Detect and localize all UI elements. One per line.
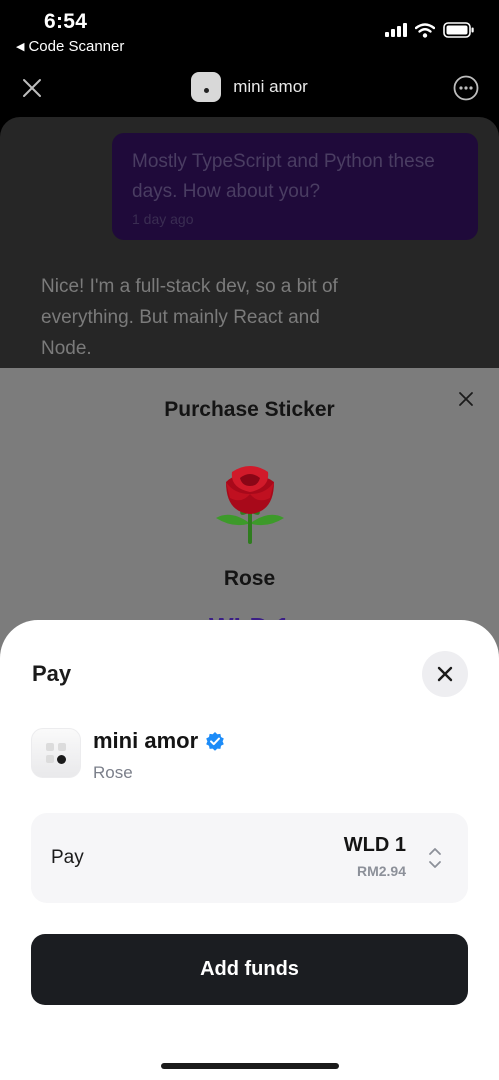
merchant-app-icon [31,728,81,778]
rose-sticker-icon [216,466,284,544]
pay-amount-label: Pay [51,847,84,868]
add-funds-button[interactable]: Add funds [31,934,468,1005]
merchant-item: Rose [93,763,133,782]
outgoing-message-bubble: Mostly TypeScript and Python these days.… [112,133,478,240]
status-time: 6:54 [44,10,88,33]
back-to-app-link[interactable]: ◀ Code Scanner [16,38,124,55]
outgoing-message-text: Mostly TypeScript and Python these days.… [132,151,435,202]
verified-badge-icon [206,732,224,751]
incoming-message-text: Nice! I'm a full-stack dev, so a bit of … [41,276,338,359]
back-app-label: Code Scanner [28,38,125,55]
pay-amount: WLD 1 RM2.94 [344,834,406,879]
header-app-name: mini amor [233,77,308,96]
amount-wld: WLD 1 [343,834,406,856]
amount-local-currency: RM2.94 [356,863,406,879]
home-indicator[interactable] [161,1063,339,1069]
app-header: mini amor [0,62,499,118]
more-options-icon[interactable] [453,75,479,101]
pay-sheet-title: Pay [32,661,72,686]
app-logo-icon [191,72,222,102]
pay-amount-selector[interactable]: Pay WLD 1 RM2.94 [31,813,468,903]
header-title: mini amor [0,72,499,102]
status-icons [385,22,475,38]
pay-sheet: Pay mini amor Rose Pay WLD 1 RM2.94 Add … [0,620,499,1080]
chevron-up-down-icon[interactable] [428,847,442,869]
sticker-close-icon[interactable] [457,390,475,408]
outgoing-message-timestamp: 1 day ago [132,211,194,227]
sticker-name: Rose [223,567,276,590]
status-bar: 6:54 ◀ Code Scanner [0,0,499,62]
sticker-sheet-title: Purchase Sticker [164,398,335,421]
merchant-name: mini amor [93,728,199,753]
back-triangle-icon: ◀ [16,41,25,53]
chat-area: Mostly TypeScript and Python these days.… [0,117,499,377]
wifi-icon [415,22,435,38]
signal-icon [385,23,407,37]
merchant-info: mini amor Rose [31,728,225,783]
pay-close-button[interactable] [422,651,468,697]
close-icon [437,666,453,682]
battery-icon [443,22,474,38]
